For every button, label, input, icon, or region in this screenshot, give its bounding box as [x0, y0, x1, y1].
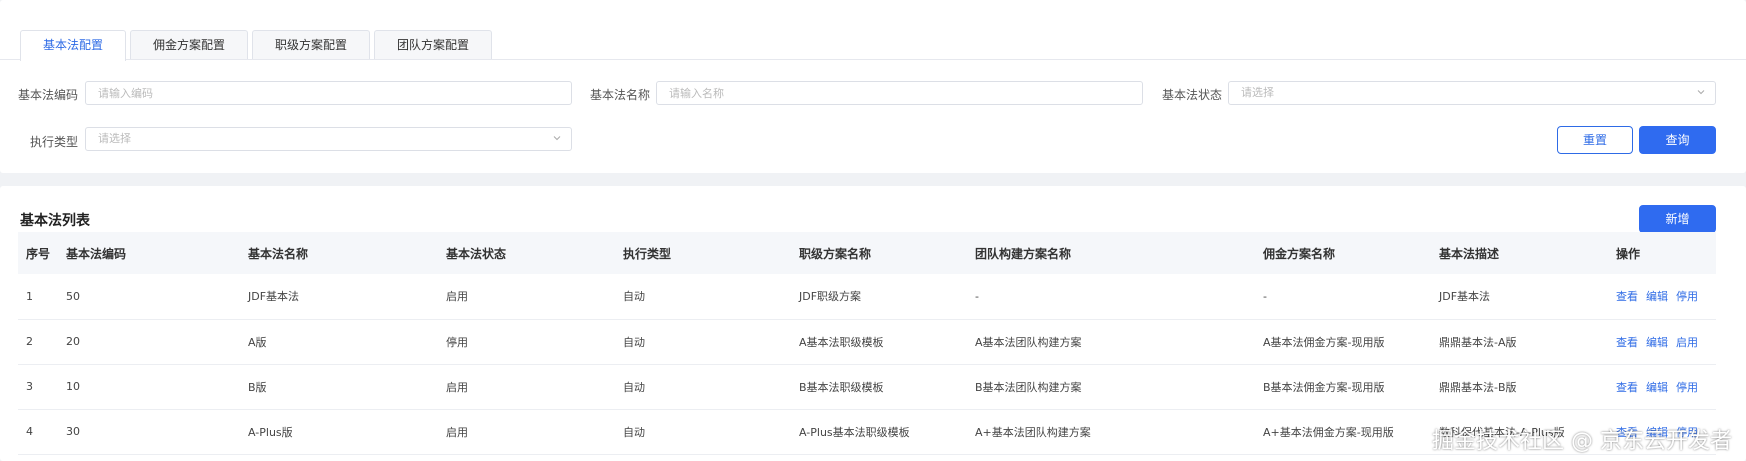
table-cell: 启用 [446, 380, 468, 394]
tab-bar: 基本法配置 佣金方案配置 职级方案配置 团队方案配置 [20, 30, 496, 61]
table-header-row: 序号 基本法编码 基本法名称 基本法状态 执行类型 职级方案名称 团队构建方案名… [18, 232, 1716, 274]
table-cell: JDF基本法 [1439, 290, 1491, 304]
status-label: 基本法状态 [1162, 88, 1223, 102]
table-cell: 自动 [623, 425, 645, 439]
list-panel: 基本法列表 新增 序号 基本法编码 基本法名称 基本法状态 执行类型 职级方案名… [0, 186, 1746, 461]
table-cell: A基本法团队构建方案 [975, 335, 1082, 349]
table-cell: A+基本法佣金方案-现用版 [1263, 425, 1394, 439]
table-cell: 1 [26, 289, 33, 303]
toggle-status-link[interactable]: 启用 [1676, 336, 1698, 349]
row-actions: 查看 编辑 停用 [1608, 274, 1716, 319]
table-cell: 4 [26, 425, 33, 438]
edit-link[interactable]: 编辑 [1646, 336, 1668, 349]
basic-law-table: 序号 基本法编码 基本法名称 基本法状态 执行类型 职级方案名称 团队构建方案名… [18, 232, 1716, 455]
status-select[interactable]: 请选择 [1228, 81, 1716, 105]
table-cell: - [975, 289, 979, 303]
toggle-status-link[interactable]: 停用 [1676, 381, 1698, 394]
edit-link[interactable]: 编辑 [1646, 381, 1668, 394]
table-cell: 10 [66, 380, 80, 393]
code-label: 基本法编码 [18, 88, 79, 102]
chevron-down-icon [1697, 90, 1705, 95]
chevron-down-icon [553, 136, 561, 141]
toggle-status-link[interactable]: 停用 [1676, 290, 1698, 303]
tab-divider [0, 59, 1746, 60]
table-cell: B版 [248, 380, 267, 394]
column-header: 基本法描述 [1439, 246, 1500, 261]
filter-panel: 基本法配置 佣金方案配置 职级方案配置 团队方案配置 基本法编码 基本法名称 基… [0, 0, 1746, 173]
column-header: 职级方案名称 [799, 246, 872, 261]
table-row: 2 20 A版 停用 自动 A基本法职级模板 A基本法团队构建方案 A基本法佣金… [18, 319, 1716, 364]
column-header: 序号 [26, 246, 51, 261]
table-cell: 鼎鼎基本法-B版 [1439, 380, 1517, 394]
table-cell: 自动 [623, 380, 645, 394]
code-input[interactable] [85, 81, 572, 105]
table-cell: B基本法团队构建方案 [975, 380, 1082, 394]
tab-basic-law-config[interactable]: 基本法配置 [20, 30, 127, 61]
table-row: 3 10 B版 启用 自动 B基本法职级模板 B基本法团队构建方案 B基本法佣金… [18, 364, 1716, 409]
exec-type-select-placeholder: 请选择 [98, 132, 131, 145]
table-cell: 启用 [446, 425, 468, 439]
table-cell: A基本法佣金方案-现用版 [1263, 335, 1385, 349]
reset-button[interactable]: 重置 [1557, 126, 1633, 154]
table-cell: 自动 [623, 335, 645, 349]
view-link[interactable]: 查看 [1616, 290, 1638, 303]
table-cell: - [1263, 289, 1267, 303]
table-cell: 启用 [446, 290, 468, 304]
table-cell: A基本法职级模板 [799, 335, 884, 349]
row-actions: 查看 编辑 停用 [1608, 364, 1716, 409]
column-header: 基本法编码 [66, 246, 127, 261]
column-header: 基本法名称 [248, 246, 309, 261]
table-cell: 2 [26, 335, 33, 348]
column-header: 操作 [1616, 246, 1641, 261]
column-header: 执行类型 [623, 246, 672, 261]
table-cell: A版 [248, 335, 267, 349]
table-cell: JDF基本法 [248, 290, 300, 304]
row-actions: 查看 编辑 启用 [1608, 319, 1716, 364]
list-title: 基本法列表 [20, 213, 90, 229]
table-cell: 30 [66, 425, 80, 438]
name-label: 基本法名称 [590, 88, 651, 102]
column-header: 佣金方案名称 [1263, 246, 1336, 261]
query-button[interactable]: 查询 [1639, 126, 1716, 154]
name-input[interactable] [656, 81, 1143, 105]
column-header: 团队构建方案名称 [975, 246, 1072, 261]
tab-rank-config[interactable]: 职级方案配置 [252, 30, 371, 60]
table-cell: 20 [66, 335, 80, 348]
table-cell: JDF职级方案 [799, 290, 862, 304]
table-cell: A-Plus版 [248, 425, 293, 439]
table-cell: 50 [66, 289, 80, 303]
table-cell: 停用 [446, 335, 468, 349]
tab-team-config[interactable]: 团队方案配置 [374, 30, 493, 60]
exec-type-select[interactable]: 请选择 [85, 127, 572, 151]
watermark: 掘金技术社区 @ 京东云开发者 [1432, 429, 1732, 454]
table-cell: 自动 [623, 290, 645, 304]
table-cell: 3 [26, 380, 33, 393]
table-cell: B基本法职级模板 [799, 380, 884, 394]
exec-type-label: 执行类型 [30, 135, 79, 149]
status-select-placeholder: 请选择 [1241, 86, 1274, 99]
add-button[interactable]: 新增 [1639, 205, 1716, 233]
table-row: 1 50 JDF基本法 启用 自动 JDF职级方案 - - JDF基本法 查看编… [18, 274, 1716, 319]
view-link[interactable]: 查看 [1616, 381, 1638, 394]
tab-commission-config[interactable]: 佣金方案配置 [130, 30, 249, 60]
table-cell: 鼎鼎基本法-A版 [1439, 335, 1517, 349]
edit-link[interactable]: 编辑 [1646, 290, 1668, 303]
table-cell: B基本法佣金方案-现用版 [1263, 380, 1385, 394]
table-cell: A+基本法团队构建方案 [975, 425, 1091, 439]
column-header: 基本法状态 [446, 246, 507, 261]
table-cell: A-Plus基本法职级模板 [799, 425, 910, 439]
view-link[interactable]: 查看 [1616, 336, 1638, 349]
